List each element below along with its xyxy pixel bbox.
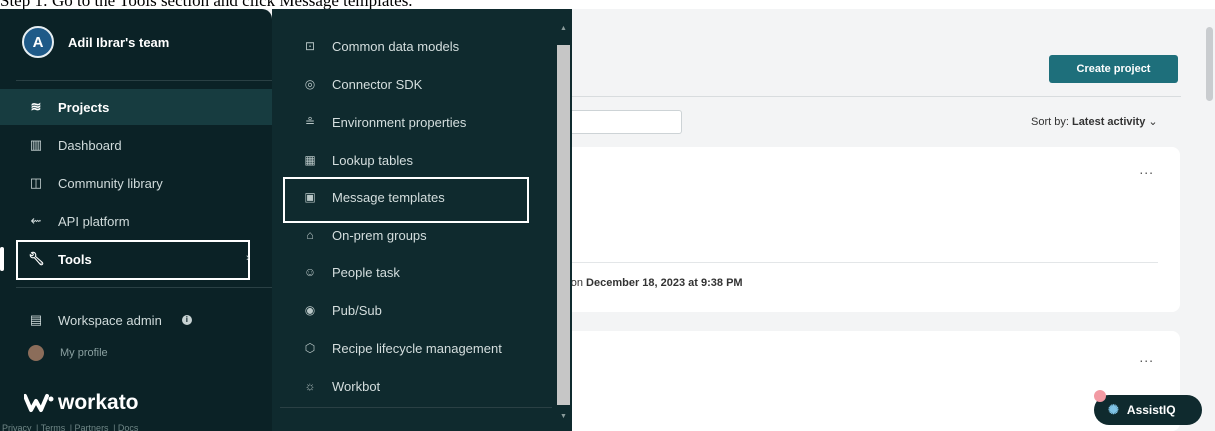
scroll-up-icon[interactable]: ▲ [560,25,567,32]
person-task-icon: ☺ [303,265,317,279]
sort-value: Latest activity [1071,116,1146,128]
menu-item-people-task[interactable]: ☺ People task [302,257,400,287]
team-name: Adil Ibrar's team [68,34,170,50]
sidebar-item-label: My profile [60,347,108,359]
broadcast-icon: ◉ [304,303,316,317]
sort-dropdown[interactable]: Sort by: Latest activity ⌄ [1031,115,1158,128]
book-icon: ◫ [29,175,43,190]
assistiq-button[interactable]: ✺ AssistIQ [1094,395,1202,425]
sidebar-item-projects[interactable]: ≋ Projects [0,89,272,125]
sdk-icon: ◎ [304,77,316,91]
header-divider [572,96,1181,97]
environment-icon: ≗ [304,115,316,129]
project-card[interactable]: ... [572,331,1180,431]
sidebar-item-workspace-admin[interactable]: ▤ Workspace admin i [0,302,272,338]
footer-link-privacy[interactable]: Privacy [2,423,32,431]
project-card[interactable]: ... r on December 18, 2023 at 9:38 PM [564,147,1180,312]
menu-item-label: Common data models [332,38,460,54]
instruction-caption: Step 1: Go to the Tools section and clic… [0,0,1215,9]
tools-highlight-box [16,240,250,280]
menu-item-recipe-lifecycle-management[interactable]: ⬡ Recipe lifecycle management [302,333,502,363]
sidebar-item-my-profile[interactable]: My profile [28,345,108,361]
card-activity-meta: r on December 18, 2023 at 9:38 PM [564,277,743,289]
menu-item-label: Connector SDK [332,76,423,92]
cube-icon: ⬡ [304,341,316,355]
table-icon: ▦ [304,153,316,167]
menu-item-label: Recipe lifecycle management [332,340,502,356]
sidebar-item-api-platform[interactable]: ⇜ API platform [0,203,272,239]
workato-logo-icon [24,394,54,412]
avatar [28,345,44,361]
scroll-down-icon[interactable]: ▼ [560,413,567,420]
menu-item-on-prem-groups[interactable]: ⌂ On-prem groups [302,220,427,250]
footer-link-terms[interactable]: Terms [41,423,66,431]
page-scrollbar-thumb[interactable] [1206,27,1213,101]
menu-item-label: On-prem groups [332,227,427,243]
menu-item-label: Pub/Sub [332,302,382,318]
api-icon: ⇜ [30,213,42,228]
menu-item-workbot[interactable]: ☼ Workbot [302,371,381,401]
bot-icon: ☼ [304,379,316,393]
sidebar-item-label: Community library [58,175,163,191]
message-templates-highlight-box [283,177,529,223]
tools-flyout-menu: ⊡ Common data models ◎ Connector SDK ≗ E… [272,9,572,431]
sort-label: Sort by: [1031,116,1069,128]
create-project-button[interactable]: Create project [1049,55,1178,83]
notification-dot [1094,390,1106,402]
sidebar-item-dashboard[interactable]: ▥ Dashboard [0,127,272,163]
sidebar-item-community-library[interactable]: ◫ Community library [0,165,272,201]
logo-text: workato [58,391,139,414]
menu-item-label: Lookup tables [332,152,413,168]
menu-scrollbar-thumb[interactable] [557,45,570,405]
menu-item-common-data-models[interactable]: ⊡ Common data models [302,31,459,61]
building-icon: ▤ [29,312,43,327]
sidebar-item-label: API platform [58,213,130,229]
team-switcher[interactable]: A Adil Ibrar's team [22,26,169,58]
sidebar-item-label: Dashboard [58,137,122,153]
info-icon: i [181,315,192,325]
menu-item-pub-sub[interactable]: ◉ Pub/Sub [302,295,382,325]
footer-link-docs[interactable]: Docs [118,423,139,431]
workato-logo: workato [24,391,139,415]
chevron-down-icon: ⌄ [1148,116,1158,128]
card-meta-date: December 18, 2023 at 9:38 PM [586,277,743,289]
sidebar-item-label: Projects [58,99,110,115]
on-prem-icon: ⌂ [306,228,314,242]
assistiq-label: AssistIQ [1126,403,1176,417]
menu-divider [280,407,552,408]
menu-item-environment-properties[interactable]: ≗ Environment properties [302,107,466,137]
bar-chart-icon: ▥ [29,137,43,152]
sidebar-divider [16,80,272,81]
menu-item-connector-sdk[interactable]: ◎ Connector SDK [302,69,423,99]
menu-item-label: Workbot [332,378,381,394]
chevron-right-icon: › [246,252,250,264]
sidebar-item-label: Workspace admin [58,312,162,328]
menu-item-label: Environment properties [332,114,467,130]
team-avatar: A [22,26,54,58]
menu-item-label: People task [332,264,400,280]
more-options-button[interactable]: ... [1139,161,1154,177]
layers-icon: ≋ [30,99,42,114]
menu-item-lookup-tables[interactable]: ▦ Lookup tables [302,145,413,175]
more-options-button[interactable]: ... [1139,349,1154,365]
data-model-icon: ⊡ [304,39,316,53]
search-input[interactable] [572,110,682,134]
page-scrollbar[interactable] [1204,9,1215,431]
footer-links: Privacy | Terms | Partners | Docs [2,423,139,431]
card-divider [572,262,1158,263]
assist-icon: ✺ [1108,402,1119,417]
sidebar-divider [16,287,272,288]
menu-scrollbar[interactable]: ▲ ▼ [557,23,570,423]
footer-link-partners[interactable]: Partners [75,423,109,431]
sidebar: A Adil Ibrar's team ≋ Projects ▥ Dashboa… [0,9,272,431]
